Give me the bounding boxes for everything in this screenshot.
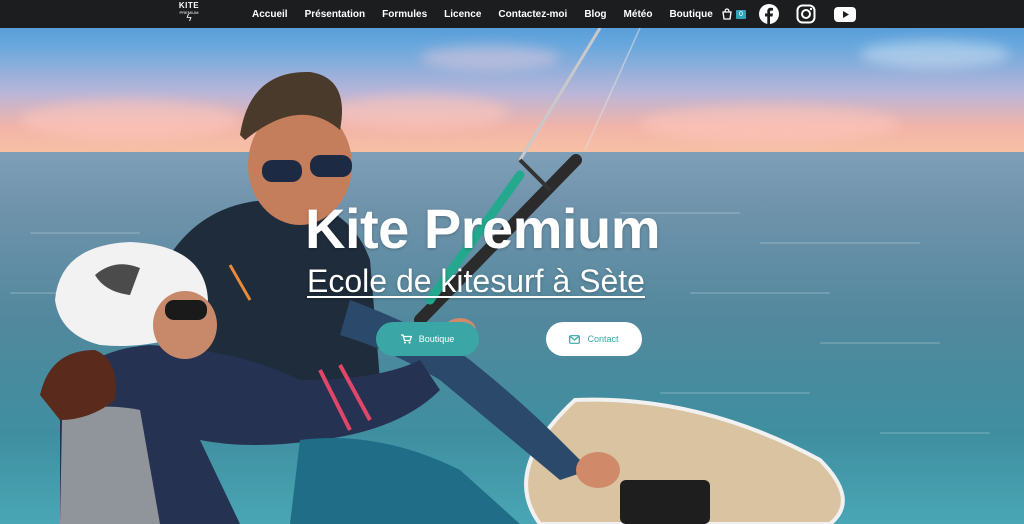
student-leg bbox=[290, 438, 520, 524]
youtube-icon[interactable] bbox=[833, 4, 857, 24]
nav-accueil[interactable]: Accueil bbox=[252, 9, 288, 20]
shop-button-label: Boutique bbox=[418, 334, 455, 344]
nav-formules[interactable]: Formules bbox=[382, 9, 427, 20]
contact-button[interactable]: Contact bbox=[546, 322, 642, 356]
board-footstrap bbox=[620, 480, 710, 524]
cart-button[interactable]: 0 bbox=[721, 7, 749, 21]
page: KITE PREMIUM ϟ Accueil Présentation Form… bbox=[0, 0, 1024, 524]
nav-meteo[interactable]: Météo bbox=[624, 9, 653, 20]
sunglasses bbox=[262, 160, 302, 182]
hero-subtitle-link[interactable]: Ecole de kitesurf à Sète bbox=[307, 262, 645, 300]
sunglasses bbox=[310, 155, 352, 177]
nav-boutique[interactable]: Boutique bbox=[669, 9, 712, 20]
kite-line bbox=[518, 27, 602, 161]
top-navigation-bar: KITE PREMIUM ϟ Accueil Présentation Form… bbox=[0, 0, 1024, 28]
main-menu: Accueil Présentation Formules Licence Co… bbox=[252, 0, 730, 28]
nav-licence[interactable]: Licence bbox=[444, 9, 481, 20]
nav-contactez-moi[interactable]: Contactez-moi bbox=[498, 9, 567, 20]
cart-icon bbox=[400, 334, 412, 344]
nav-presentation[interactable]: Présentation bbox=[305, 9, 366, 20]
cart-icon bbox=[722, 8, 732, 20]
site-logo[interactable]: KITE PREMIUM ϟ bbox=[176, 2, 202, 26]
hero-title: Kite Premium bbox=[305, 197, 661, 260]
logo-mark-icon: ϟ bbox=[186, 13, 192, 24]
student-sunglasses bbox=[165, 300, 207, 320]
envelope-icon bbox=[569, 334, 581, 344]
logo-word: KITE bbox=[178, 1, 200, 10]
shop-button[interactable]: Boutique bbox=[376, 322, 479, 356]
facebook-icon[interactable] bbox=[759, 4, 779, 24]
contact-button-label: Contact bbox=[587, 334, 619, 344]
instagram-icon[interactable] bbox=[796, 4, 816, 24]
nav-blog[interactable]: Blog bbox=[584, 9, 606, 20]
cart-count-badge: 0 bbox=[736, 10, 746, 19]
kite-line bbox=[584, 27, 641, 151]
instructor-hand bbox=[576, 452, 620, 488]
